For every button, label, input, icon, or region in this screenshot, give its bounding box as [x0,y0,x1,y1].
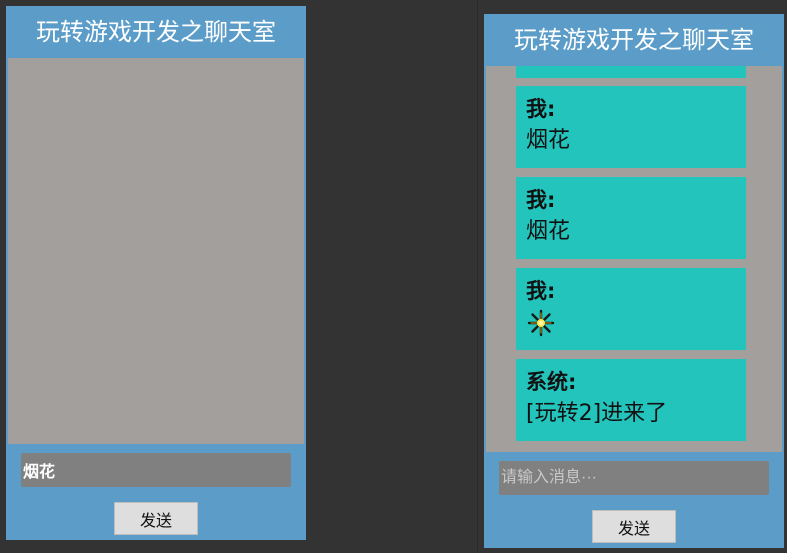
send-button[interactable]: 发送 [114,502,198,535]
send-button[interactable]: 发送 [592,510,676,543]
message-input[interactable] [499,461,769,495]
window-divider [477,0,478,553]
message-bubble: 系统: [玩转2]进来了 [516,359,746,441]
message-sender: 我: [526,279,556,303]
chat-window-left: 玩转游戏开发之聊天室 发送 [6,6,306,540]
message-text: [玩转2]进来了 [526,401,668,426]
chat-window-right: 玩转游戏开发之聊天室 我: 烟花 我: 烟花 我: 系统: [玩转2]进来了 请… [484,14,784,548]
message-bubble: 我: 烟花 [516,86,746,168]
message-bubble-partial [516,66,746,78]
message-bubble: 我: [516,268,746,350]
message-sender: 我: [526,97,556,121]
chat-title: 玩转游戏开发之聊天室 [514,26,754,54]
screenshot-stage: 玩转游戏开发之聊天室 发送 玩转游戏开发之聊天室 我: 烟花 我: 烟花 我: [0,0,787,553]
message-sender: 我: [526,188,556,212]
message-bubble: 我: 烟花 [516,177,746,259]
message-input[interactable] [21,453,291,487]
message-list[interactable]: 我: 烟花 我: 烟花 我: 系统: [玩转2]进来了 [486,66,782,452]
message-sender: 系统: [526,370,577,394]
chat-title: 玩转游戏开发之聊天室 [36,18,276,46]
message-scroll[interactable]: 我: 烟花 我: 烟花 我: 系统: [玩转2]进来了 [486,66,782,452]
message-text: 烟花 [526,128,571,153]
message-text: 烟花 [526,219,571,244]
message-list[interactable] [8,58,304,444]
fireworks-icon [526,308,556,349]
